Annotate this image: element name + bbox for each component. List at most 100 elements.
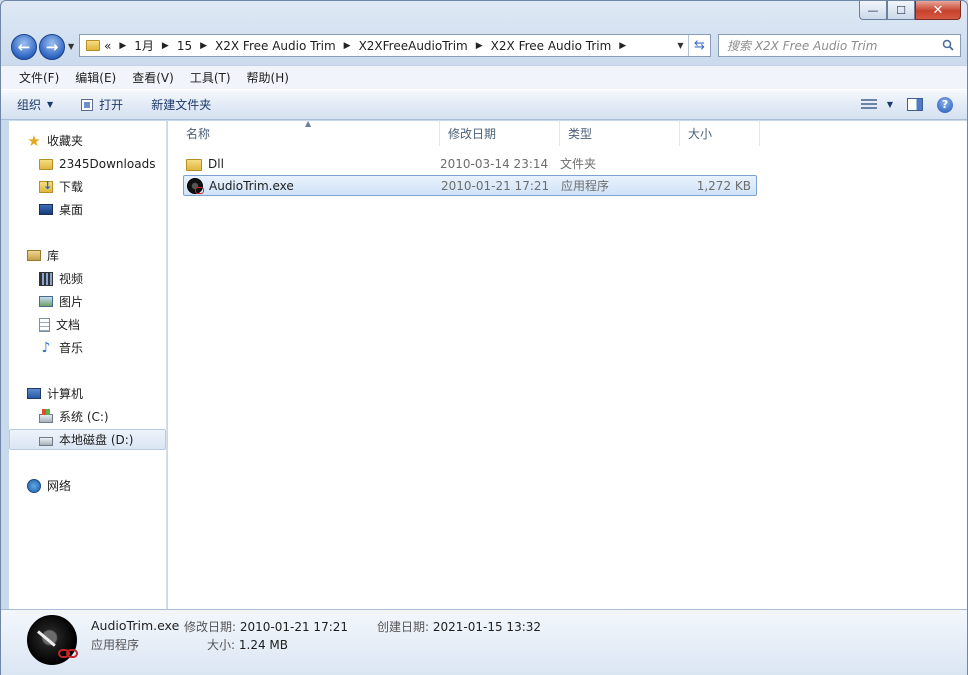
breadcrumb-item[interactable]: X2XFreeAudioTrim	[359, 39, 468, 53]
maximize-button[interactable]: ☐	[887, 1, 915, 20]
details-size-value: 1.24 MB	[238, 638, 288, 652]
refresh-button[interactable]: ⇆	[688, 35, 710, 56]
table-row[interactable]: Dll 2010-03-14 23:14 文件夹	[183, 153, 757, 174]
change-view-button[interactable]: ▼	[860, 98, 893, 111]
nav-network-label: 网络	[47, 479, 72, 493]
nav-libraries-label: 库	[47, 249, 60, 263]
folder-icon	[39, 159, 53, 170]
nav-item-documents[interactable]: 文档	[39, 314, 80, 335]
breadcrumb-item[interactable]: 15	[177, 39, 192, 53]
details-modified-label: 修改日期:	[184, 620, 237, 634]
column-header-type[interactable]: 类型	[560, 121, 680, 146]
nav-item-downloads[interactable]: 下载	[39, 176, 83, 197]
nav-item-label: 本地磁盘 (D:)	[59, 433, 134, 447]
explorer-window: — ☐ ✕ ← → ▼ « ▶ 1月 ▶ 15 ▶ X2X Free Audio…	[0, 0, 968, 675]
menu-file[interactable]: 文件(F)	[11, 69, 67, 86]
column-header-name[interactable]: ▲ 名称	[168, 119, 440, 146]
nav-favorites-label: 收藏夹	[47, 134, 84, 148]
address-history-dropdown[interactable]: ▼	[672, 41, 688, 50]
downloads-icon	[39, 179, 53, 193]
file-size: 1,272 KB	[696, 178, 751, 193]
address-bar[interactable]: « ▶ 1月 ▶ 15 ▶ X2X Free Audio Trim ▶ X2XF…	[79, 34, 711, 57]
navigation-pane: ★ 收藏夹 2345Downloads 下载 桌面 库 视频 图片	[9, 121, 167, 609]
open-icon	[81, 98, 94, 111]
drive-icon	[39, 436, 53, 446]
breadcrumb-separator-icon[interactable]: ▶	[476, 41, 483, 51]
breadcrumb-separator-icon[interactable]: ▶	[162, 41, 169, 51]
nav-item-label: 图片	[59, 295, 84, 309]
column-header-label: 大小	[688, 127, 713, 141]
details-file-type: 应用程序	[91, 638, 140, 652]
breadcrumb-separator-icon[interactable]: ▶	[119, 41, 126, 51]
details-size: 大小: 1.24 MB	[207, 636, 288, 653]
details-view-icon	[860, 98, 877, 111]
organize-label: 组织	[17, 98, 42, 112]
help-icon[interactable]: ?	[937, 96, 953, 113]
file-name-cell: AudioTrim.exe	[184, 177, 441, 194]
nav-item-drive-d[interactable]: 本地磁盘 (D:)	[9, 429, 166, 450]
menu-edit[interactable]: 编辑(E)	[67, 69, 124, 86]
window-controls: — ☐ ✕	[859, 1, 961, 20]
file-type: 文件夹	[560, 157, 597, 171]
nav-network[interactable]: 网络	[27, 475, 71, 496]
nav-computer[interactable]: 计算机	[27, 383, 83, 404]
breadcrumb-separator-icon[interactable]: ▶	[200, 41, 207, 51]
folder-icon	[186, 158, 202, 171]
breadcrumb-item[interactable]: X2X Free Audio Trim	[215, 39, 336, 53]
star-icon: ★	[27, 131, 41, 150]
nav-item-2345downloads[interactable]: 2345Downloads	[39, 153, 155, 174]
preview-pane-icon[interactable]	[907, 98, 923, 111]
search-icon[interactable]	[942, 39, 954, 51]
new-folder-button[interactable]: 新建文件夹	[133, 90, 221, 119]
forward-button[interactable]: →	[39, 34, 65, 60]
nav-libraries[interactable]: 库	[27, 245, 59, 266]
column-header-size[interactable]: 大小	[680, 121, 760, 146]
file-name: Dll	[208, 156, 224, 171]
nav-item-label: 文档	[56, 318, 81, 332]
chevron-down-icon: ▼	[886, 100, 893, 109]
music-note-icon: ♪	[41, 339, 51, 356]
library-icon	[27, 250, 41, 261]
column-header-date[interactable]: 修改日期	[440, 121, 560, 146]
organize-button[interactable]: 组织 ▼	[1, 90, 63, 119]
nav-item-label: 2345Downloads	[59, 156, 156, 171]
breadcrumb: « ▶ 1月 ▶ 15 ▶ X2X Free Audio Trim ▶ X2XF…	[104, 37, 634, 54]
table-row[interactable]: AudioTrim.exe 2010-01-21 17:21 应用程序 1,27…	[183, 175, 757, 196]
forward-arrow-icon: →	[45, 38, 59, 56]
nav-computer-label: 计算机	[47, 387, 84, 401]
column-headers: ▲ 名称 修改日期 类型 大小	[168, 119, 967, 146]
menu-help[interactable]: 帮助(H)	[239, 69, 297, 86]
breadcrumb-item[interactable]: X2X Free Audio Trim	[491, 39, 612, 53]
nav-item-pictures[interactable]: 图片	[39, 291, 83, 312]
column-header-label: 类型	[568, 127, 593, 141]
details-pane: AudioTrim.exe 应用程序 修改日期: 2010-01-21 17:2…	[1, 609, 967, 675]
nav-item-label: 下载	[59, 180, 84, 194]
details-modified: 修改日期: 2010-01-21 17:21	[184, 618, 348, 635]
search-input[interactable]	[727, 38, 932, 53]
breadcrumb-overflow[interactable]: «	[104, 39, 111, 53]
breadcrumb-separator-icon[interactable]: ▶	[619, 41, 626, 51]
network-icon	[27, 478, 41, 493]
nav-item-desktop[interactable]: 桌面	[39, 199, 83, 220]
close-button[interactable]: ✕	[915, 1, 961, 20]
minimize-button[interactable]: —	[859, 1, 887, 20]
breadcrumb-item[interactable]: 1月	[134, 37, 154, 54]
menu-view[interactable]: 查看(V)	[124, 69, 182, 86]
recent-pages-dropdown[interactable]: ▼	[68, 42, 74, 51]
nav-item-label: 视频	[59, 272, 84, 286]
open-button[interactable]: 打开	[63, 90, 133, 119]
menu-bar: 文件(F) 编辑(E) 查看(V) 工具(T) 帮助(H)	[1, 65, 967, 89]
nav-favorites[interactable]: ★ 收藏夹	[27, 130, 83, 151]
file-name-cell: Dll	[183, 157, 440, 171]
menu-tools[interactable]: 工具(T)	[182, 69, 239, 86]
chevron-down-icon: ▼	[47, 100, 54, 109]
nav-item-music[interactable]: ♪ 音乐	[39, 337, 83, 358]
refresh-icon: ⇆	[694, 38, 705, 53]
nav-item-label: 系统 (C:)	[59, 410, 109, 424]
nav-item-videos[interactable]: 视频	[39, 268, 83, 289]
breadcrumb-separator-icon[interactable]: ▶	[344, 41, 351, 51]
back-button[interactable]: ←	[11, 34, 37, 60]
nav-item-drive-c[interactable]: 系统 (C:)	[39, 406, 109, 427]
details-size-label: 大小:	[207, 638, 236, 652]
app-icon	[187, 177, 204, 194]
